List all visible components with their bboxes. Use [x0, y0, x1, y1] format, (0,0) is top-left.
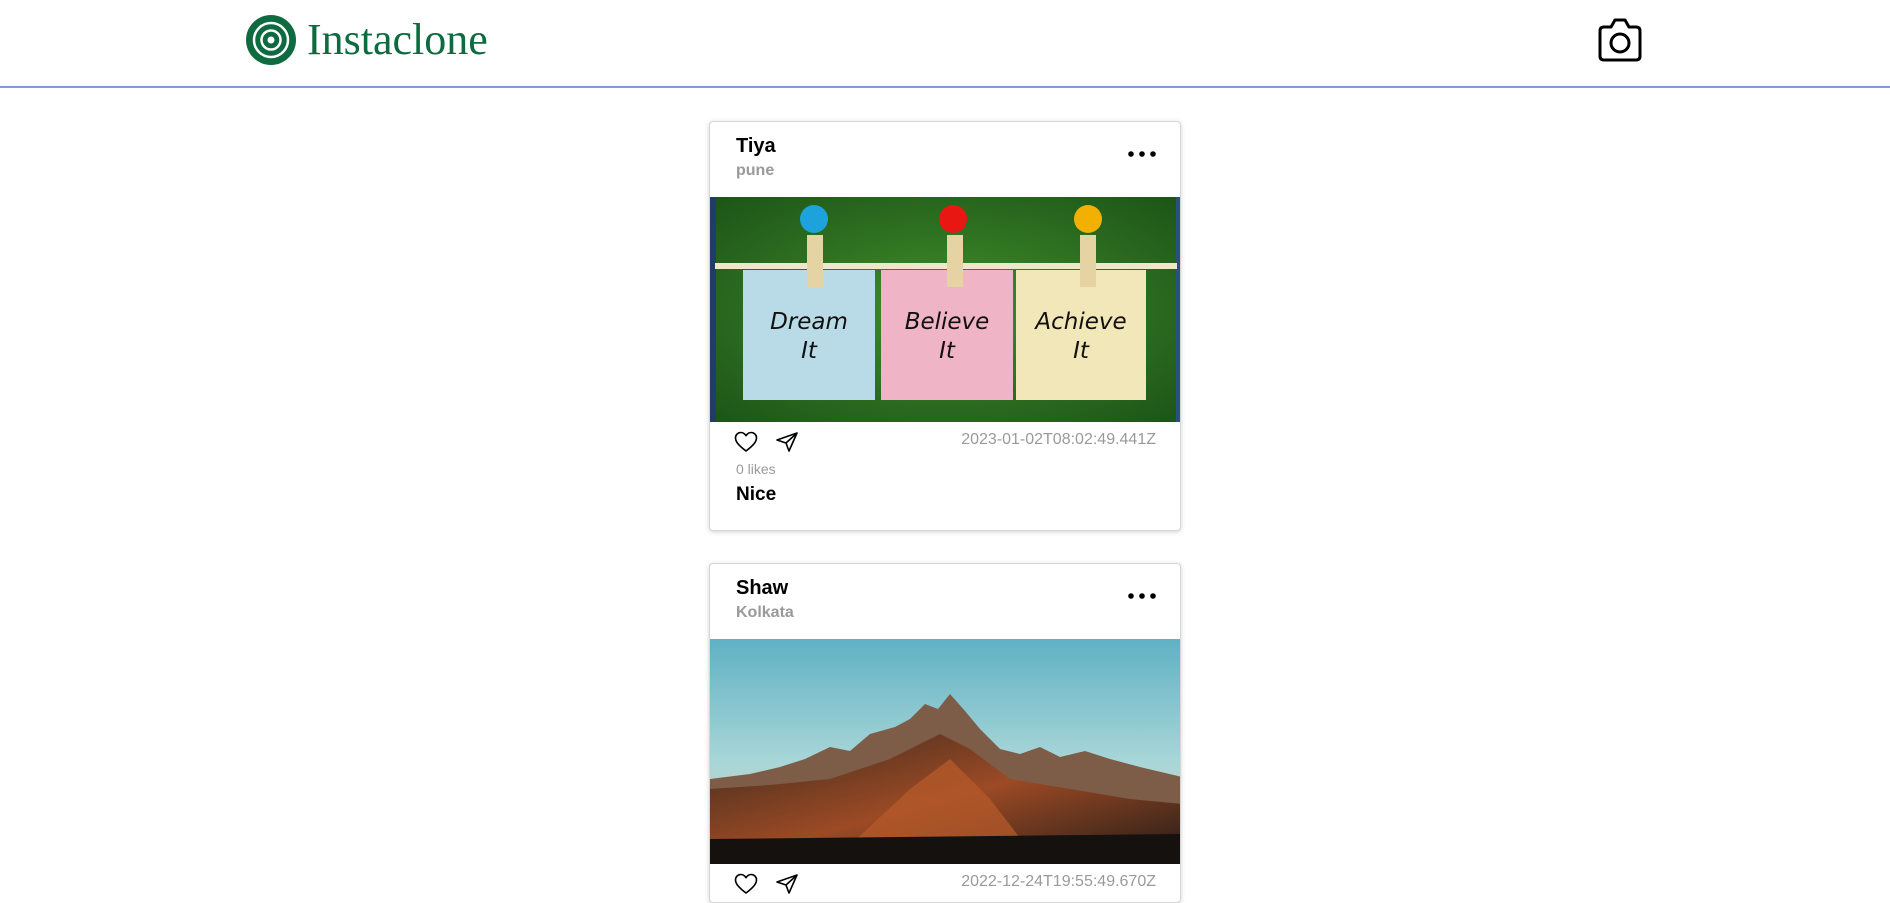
post-header: Tiya pune — [710, 122, 1180, 197]
post-actions: 2023-01-02T08:02:49.441Z — [710, 422, 1180, 460]
post-timestamp: 2023-01-02T08:02:49.441Z — [961, 431, 1156, 448]
post-options-button[interactable] — [1128, 148, 1156, 160]
post-location: Kolkata — [736, 604, 794, 621]
send-icon — [776, 432, 798, 452]
post-card: Tiya pune Dream It Believe It Achieve It… — [709, 121, 1181, 531]
more-horizontal-icon — [1128, 151, 1156, 157]
post-options-button[interactable] — [1128, 590, 1156, 602]
like-button[interactable] — [734, 873, 758, 895]
note-achieve-line1: Achieve — [1033, 309, 1126, 335]
post-card: Shaw Kolkata 2022-12-24T19:55:49.670Z — [709, 563, 1181, 903]
send-icon — [776, 874, 798, 894]
share-button[interactable] — [775, 431, 799, 453]
concentric-circle-logo-icon — [246, 15, 296, 65]
camera-icon — [1598, 18, 1642, 62]
like-button[interactable] — [734, 431, 758, 453]
share-button[interactable] — [775, 873, 799, 895]
post-image — [710, 639, 1180, 864]
likes-count: 0 likes — [736, 461, 776, 477]
post-actions: 2022-12-24T19:55:49.670Z — [710, 864, 1180, 902]
post-author[interactable]: Tiya — [736, 135, 776, 158]
note-believe-line1: Believe — [905, 309, 990, 335]
post-header: Shaw Kolkata — [710, 564, 1180, 639]
post-location: pune — [736, 162, 775, 179]
brand-name: Instaclone — [307, 15, 488, 64]
post-author[interactable]: Shaw — [736, 577, 788, 600]
more-horizontal-icon — [1128, 593, 1156, 599]
note-achieve-line2: It — [1073, 338, 1090, 364]
note-dream-line1: Dream — [770, 309, 848, 335]
heart-icon — [734, 431, 758, 452]
post-timestamp: 2022-12-24T19:55:49.670Z — [961, 873, 1156, 890]
heart-icon — [734, 873, 758, 894]
post-caption: Nice — [736, 484, 777, 505]
note-believe-line2: It — [939, 338, 956, 364]
camera-button[interactable] — [1594, 14, 1646, 66]
brand[interactable]: Instaclone — [245, 14, 488, 66]
note-dream-line2: It — [801, 338, 818, 364]
post-image: Dream It Believe It Achieve It — [710, 197, 1180, 422]
top-navbar: Instaclone — [0, 0, 1890, 88]
